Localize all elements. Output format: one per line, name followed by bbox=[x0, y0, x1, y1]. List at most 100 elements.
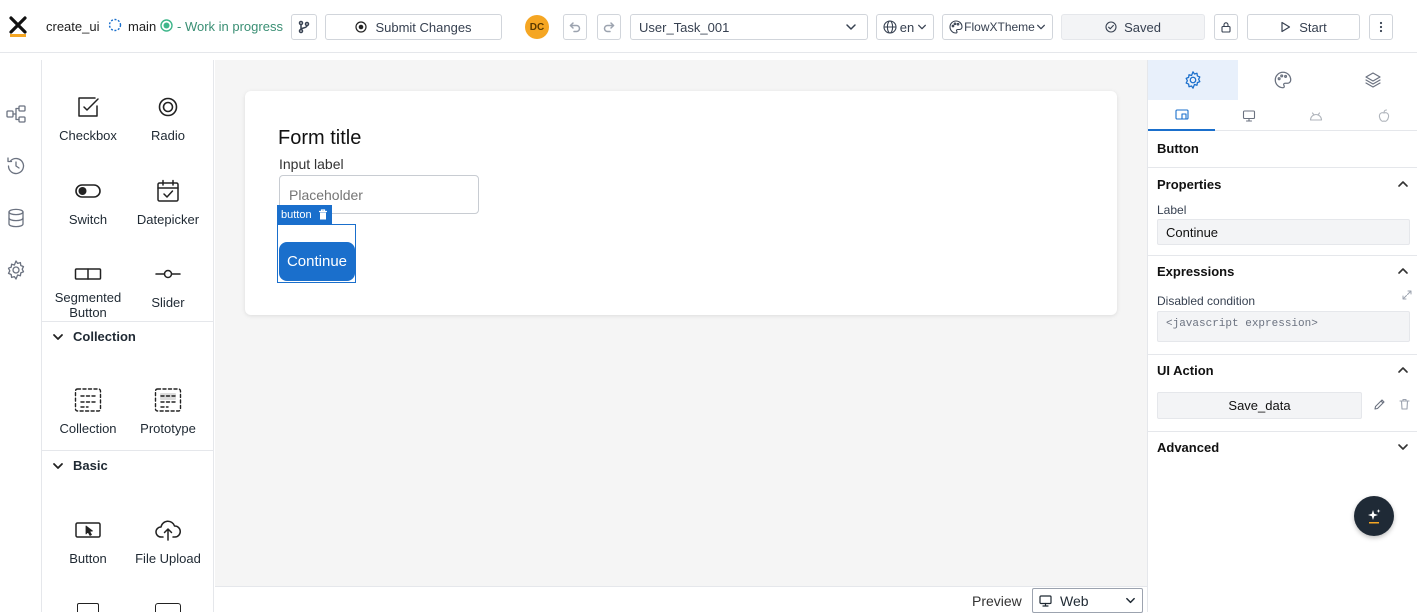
palette-item-collection[interactable]: Collection bbox=[48, 386, 128, 436]
more-menu-button[interactable] bbox=[1369, 14, 1393, 40]
tab-settings[interactable] bbox=[1148, 60, 1238, 100]
theme-value: FlowXTheme bbox=[964, 20, 1035, 34]
segmented-button-icon bbox=[74, 260, 102, 288]
task-select[interactable]: User_Task_001 bbox=[630, 14, 868, 40]
preview-mode-select[interactable]: Web bbox=[1032, 588, 1143, 613]
apple-icon bbox=[1378, 108, 1390, 123]
layers-icon bbox=[1364, 71, 1382, 89]
chevron-up-icon[interactable] bbox=[1397, 364, 1409, 376]
chevron-down-icon bbox=[52, 460, 64, 472]
language-value: en bbox=[899, 19, 915, 35]
palette-item-checkbox[interactable]: Checkbox bbox=[48, 93, 128, 143]
properties-section-title[interactable]: Properties bbox=[1157, 177, 1221, 192]
label-caption: Label bbox=[1157, 203, 1187, 217]
selection-tag: button bbox=[277, 205, 332, 224]
palette-item-slider[interactable]: Slider bbox=[128, 260, 208, 310]
chevron-down-icon[interactable] bbox=[1397, 441, 1409, 453]
top-bar: create_ui main - Work in progress Submit… bbox=[0, 0, 1417, 53]
tab-styles[interactable] bbox=[1238, 60, 1328, 100]
branch-menu-button[interactable] bbox=[291, 14, 317, 40]
ui-action-section-title[interactable]: UI Action bbox=[1157, 363, 1214, 378]
palette-icon bbox=[1274, 71, 1292, 89]
process-tree-icon[interactable] bbox=[5, 103, 27, 125]
saved-status: Saved bbox=[1061, 14, 1205, 40]
ai-assistant-button[interactable] bbox=[1354, 496, 1394, 536]
palette-item-switch[interactable]: Switch bbox=[48, 177, 128, 227]
palette-item-button[interactable]: Button bbox=[48, 516, 128, 566]
expand-icon[interactable] bbox=[1402, 290, 1412, 300]
settings-gear-icon[interactable] bbox=[5, 259, 27, 281]
undo-button[interactable] bbox=[563, 14, 587, 40]
branch-status-icon bbox=[160, 19, 173, 32]
language-select[interactable]: en bbox=[876, 14, 934, 40]
platform-tab-android[interactable] bbox=[1282, 100, 1349, 131]
app-name[interactable]: create_ui bbox=[46, 19, 99, 34]
chevron-down-icon bbox=[1036, 22, 1046, 32]
continue-button[interactable]: Continue bbox=[279, 242, 355, 281]
lock-button[interactable] bbox=[1214, 14, 1238, 40]
more-vertical-icon bbox=[1379, 21, 1383, 33]
file-upload-icon bbox=[154, 516, 182, 544]
design-canvas[interactable]: Form title Input label button Continue P… bbox=[215, 60, 1147, 613]
trash-icon[interactable] bbox=[318, 209, 328, 220]
palette-item-radio[interactable]: Radio bbox=[128, 93, 208, 143]
selection-tag-label: button bbox=[281, 208, 312, 221]
expressions-section-title[interactable]: Expressions bbox=[1157, 264, 1234, 279]
expressions-section: Expressions Disabled condition <javascri… bbox=[1148, 255, 1417, 354]
checkbox-icon bbox=[74, 93, 102, 121]
form-title[interactable]: Form title bbox=[278, 127, 361, 150]
disabled-condition-field[interactable]: <javascript expression> bbox=[1157, 311, 1410, 342]
start-button[interactable]: Start bbox=[1247, 14, 1360, 40]
advanced-section: Advanced bbox=[1148, 431, 1417, 461]
label-field[interactable] bbox=[1157, 219, 1410, 245]
disabled-condition-caption: Disabled condition bbox=[1157, 294, 1256, 308]
flowx-logo[interactable] bbox=[8, 16, 28, 38]
palette-item-prototype[interactable]: Prototype bbox=[128, 386, 208, 436]
android-icon bbox=[1309, 110, 1323, 122]
basic-section-header[interactable]: Basic bbox=[42, 450, 213, 480]
collection-section-header[interactable]: Collection bbox=[42, 321, 213, 351]
properties-section: Properties Label bbox=[1148, 167, 1417, 255]
start-label: Start bbox=[1299, 19, 1327, 35]
platform-tab-ios[interactable] bbox=[1349, 100, 1417, 131]
chevron-up-icon[interactable] bbox=[1397, 265, 1409, 277]
sparkle-icon bbox=[1366, 508, 1382, 524]
trash-icon[interactable] bbox=[1399, 398, 1410, 410]
palette-item-segmented-button[interactable]: Segmented Button bbox=[48, 260, 128, 320]
platform-tab-web[interactable] bbox=[1215, 100, 1282, 131]
edit-pencil-icon[interactable] bbox=[1373, 398, 1386, 411]
preview-bar: Preview Web bbox=[215, 586, 1147, 613]
datepicker-icon bbox=[154, 177, 182, 205]
chevron-down-icon bbox=[917, 22, 927, 32]
avatar[interactable]: DC bbox=[525, 15, 549, 39]
chevron-up-icon[interactable] bbox=[1397, 178, 1409, 190]
palette-item-label: Slider bbox=[151, 295, 185, 310]
saved-label: Saved bbox=[1124, 19, 1161, 35]
palette-item-label: File Upload bbox=[135, 551, 201, 566]
platform-tabs bbox=[1148, 100, 1417, 131]
palette-item-datepicker[interactable]: Datepicker bbox=[128, 177, 208, 227]
database-icon[interactable] bbox=[5, 207, 27, 229]
chevron-down-icon bbox=[845, 21, 857, 33]
palette-item-file-upload[interactable]: File Upload bbox=[128, 516, 208, 566]
palette-item-label: Datepicker bbox=[136, 212, 200, 227]
branch-name[interactable]: main bbox=[128, 19, 156, 34]
palette-item-partial-icon bbox=[77, 603, 99, 612]
monitor-icon bbox=[1242, 109, 1256, 122]
selected-component-outline: Continue bbox=[277, 224, 356, 283]
component-palette: Checkbox Radio Switch Datepicker Segment… bbox=[42, 60, 214, 612]
ui-action-item[interactable]: Save_data bbox=[1157, 392, 1362, 419]
submit-changes-button[interactable]: Submit Changes bbox=[325, 14, 502, 40]
theme-select[interactable]: FlowXTheme bbox=[942, 14, 1053, 40]
platform-tab-all[interactable] bbox=[1148, 100, 1215, 131]
tab-layers[interactable] bbox=[1328, 60, 1417, 100]
basic-section-title: Basic bbox=[73, 458, 108, 473]
lock-icon bbox=[1220, 21, 1232, 33]
ui-action-section: UI Action Save_data bbox=[1148, 354, 1417, 431]
left-rail bbox=[0, 60, 42, 612]
advanced-section-title[interactable]: Advanced bbox=[1157, 440, 1219, 455]
redo-button[interactable] bbox=[597, 14, 621, 40]
form-card[interactable]: Form title Input label button Continue bbox=[245, 91, 1117, 315]
history-icon[interactable] bbox=[5, 155, 27, 177]
preview-mode-value: Web bbox=[1060, 592, 1089, 609]
